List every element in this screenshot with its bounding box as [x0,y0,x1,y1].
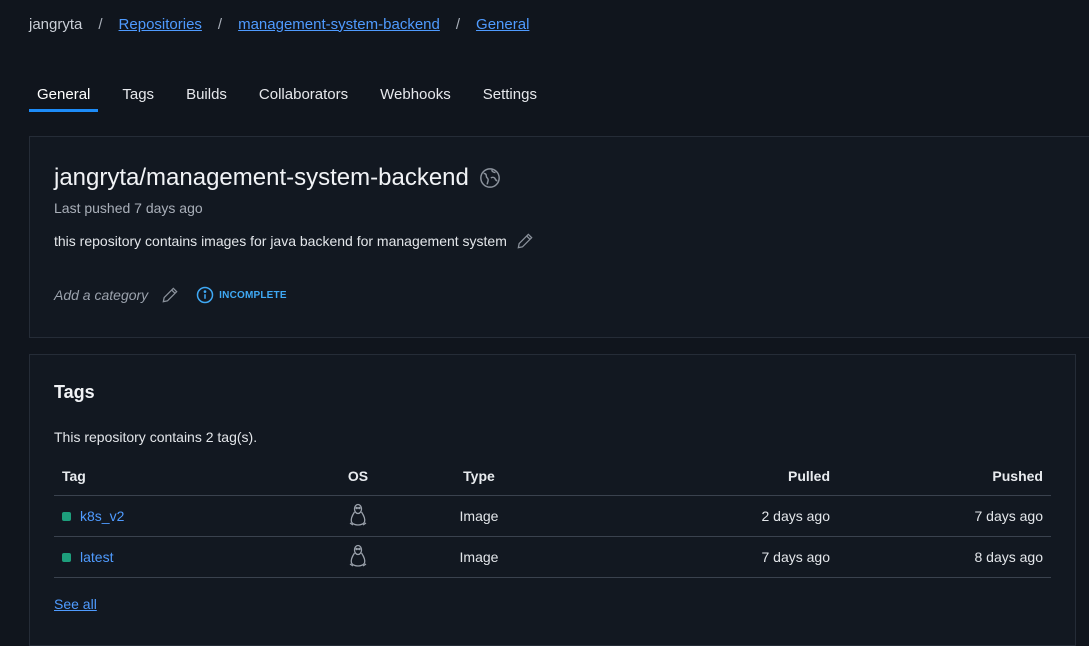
tab-builds[interactable]: Builds [178,86,235,112]
tab-tags[interactable]: Tags [114,86,162,112]
column-header-os: OS [320,457,396,496]
tag-type: Image [396,536,562,578]
tag-link[interactable]: latest [80,549,113,565]
edit-category-pencil-icon[interactable] [160,285,180,305]
breadcrumb: jangryta / Repositories / management-sys… [29,15,529,33]
tags-count-text: This repository contains 2 tag(s). [54,429,258,445]
see-all-link[interactable]: See all [54,596,97,612]
breadcrumb-separator: / [455,15,461,33]
linux-icon [349,544,367,567]
tags-card: Tags This repository contains 2 tag(s). … [29,354,1076,646]
repo-title: jangryta/management-system-backend [54,164,469,191]
breadcrumb-current-link[interactable]: General [476,16,529,33]
add-category-placeholder[interactable]: Add a category [54,287,148,303]
column-header-type: Type [396,457,562,496]
tags-heading: Tags [54,382,95,402]
table-row: latest Image 7 days ago 8 days ago [54,536,1051,578]
tag-status-dot [62,511,71,521]
breadcrumb-repo-link[interactable]: management-system-backend [238,16,440,33]
tab-settings[interactable]: Settings [475,86,545,112]
category-row: Add a category INCOMPLETE [54,285,287,305]
tab-bar: General Tags Builds Collaborators Webhoo… [29,86,561,112]
incomplete-status-badge[interactable]: INCOMPLETE [196,286,287,304]
tag-pushed: 7 days ago [838,495,1051,537]
breadcrumb-separator: / [98,15,103,33]
column-header-pulled: Pulled [562,457,838,496]
description-row: this repository contains images for java… [54,231,535,251]
tag-type: Image [396,495,562,537]
edit-description-pencil-icon[interactable] [515,231,535,251]
repo-title-row: jangryta/management-system-backend [54,164,501,192]
column-header-pushed: Pushed [838,457,1051,496]
tab-collaborators[interactable]: Collaborators [251,86,356,112]
tags-table: Tag OS Type Pulled Pushed k8s_v2 Image 2… [54,457,1051,578]
info-icon [196,286,214,304]
tag-link[interactable]: k8s_v2 [80,508,124,524]
last-pushed-text: Last pushed 7 days ago [54,200,203,216]
tag-pulled: 2 days ago [562,495,838,537]
linux-icon [349,503,367,526]
tag-pulled: 7 days ago [562,536,838,578]
table-header-row: Tag OS Type Pulled Pushed [54,457,1051,496]
repository-info-card: jangryta/management-system-backend Last … [29,136,1089,338]
breadcrumb-separator: / [217,15,223,33]
tab-webhooks[interactable]: Webhooks [372,86,459,112]
repo-description: this repository contains images for java… [54,233,507,249]
breadcrumb-user: jangryta [29,15,83,33]
tag-pushed: 8 days ago [838,536,1051,578]
incomplete-status-text: INCOMPLETE [219,289,287,301]
public-globe-icon [479,168,500,188]
table-row: k8s_v2 Image 2 days ago 7 days ago [54,495,1051,537]
tag-status-dot [62,552,71,562]
column-header-tag: Tag [54,457,320,496]
tab-general[interactable]: General [29,86,99,112]
breadcrumb-repositories-link[interactable]: Repositories [119,16,202,33]
